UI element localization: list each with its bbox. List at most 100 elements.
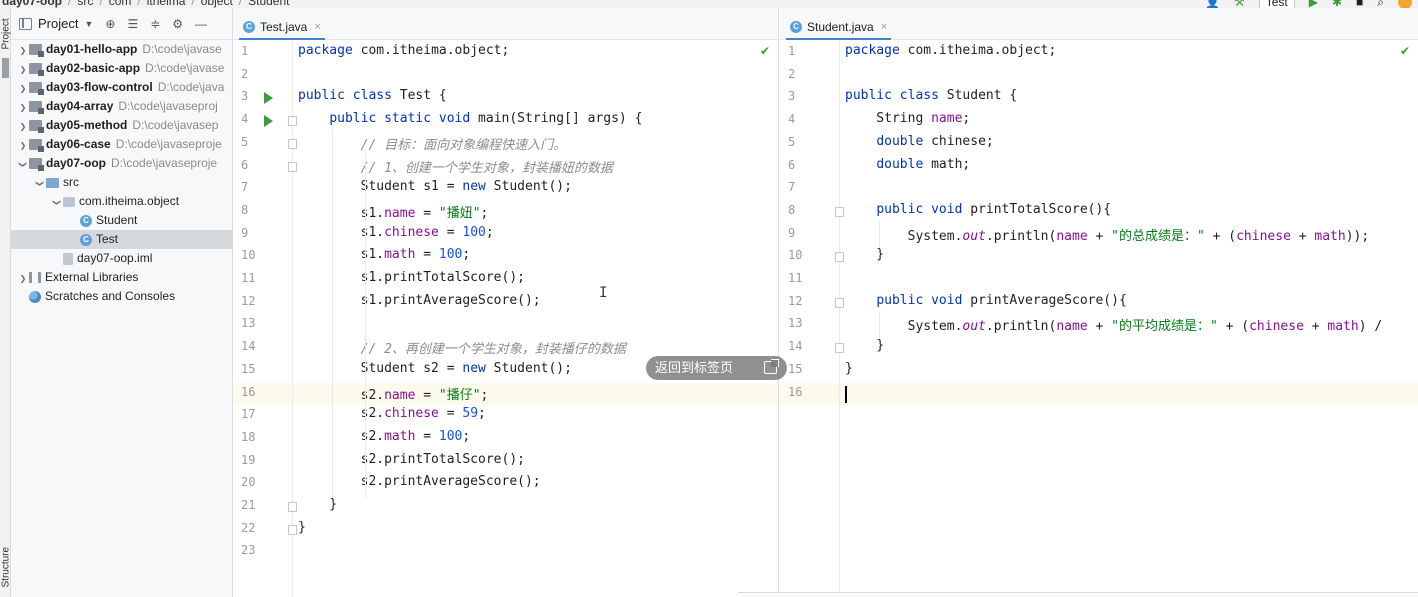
line-number[interactable]: 13 xyxy=(241,316,261,330)
line-number[interactable]: 15 xyxy=(241,362,261,376)
code-line[interactable]: double math; xyxy=(845,157,970,172)
breadcrumb-item[interactable]: src xyxy=(77,0,93,8)
line-number[interactable]: 9 xyxy=(788,226,808,240)
code-line[interactable]: System.out.println(name + "的平均成绩是：" + (c… xyxy=(845,315,1383,334)
tree-item[interactable]: ❯ day02-basic-app D:\code\javase xyxy=(11,59,233,78)
code-line[interactable]: s1.printAverageScore(); xyxy=(298,293,541,308)
line-number[interactable]: 19 xyxy=(241,453,261,467)
line-number[interactable]: 16 xyxy=(788,385,808,399)
code-line[interactable]: s1.name = "播妞"; xyxy=(298,202,489,221)
line-number[interactable]: 13 xyxy=(788,316,808,330)
chevron-right-icon[interactable]: ❯ xyxy=(17,98,29,116)
line-number[interactable]: 12 xyxy=(241,294,261,308)
line-number[interactable]: 21 xyxy=(241,498,261,512)
line-number[interactable]: 1 xyxy=(241,44,261,58)
tree-item[interactable]: ❯ day05-method D:\code\javasep xyxy=(11,116,233,135)
code-line[interactable]: } xyxy=(298,497,337,512)
back-to-tab-button[interactable]: 返回到标签页 xyxy=(646,356,787,380)
code-line[interactable]: s2.math = 100; xyxy=(298,429,471,444)
chevron-right-icon[interactable]: ❯ xyxy=(17,136,29,154)
tab-student-java[interactable]: C Student.java × xyxy=(786,16,892,40)
gear-icon[interactable]: ⚙ xyxy=(172,17,183,31)
breadcrumb-item[interactable]: Student xyxy=(248,0,289,8)
code-line[interactable]: s1.math = 100; xyxy=(298,247,471,262)
line-number[interactable]: 5 xyxy=(241,135,261,149)
code-line[interactable]: Student s1 = new Student(); xyxy=(298,179,572,194)
run-configuration-select[interactable]: Test xyxy=(1258,0,1295,8)
search-icon[interactable]: ⌕ xyxy=(1377,0,1384,8)
chevron-right-icon[interactable]: ❯ xyxy=(17,269,29,287)
code-line[interactable]: } xyxy=(845,361,853,376)
line-number[interactable]: 20 xyxy=(241,475,261,489)
code-line[interactable]: s2.name = "播仔"; xyxy=(298,384,489,403)
line-number[interactable]: 14 xyxy=(788,339,808,353)
debug-icon[interactable]: ✱ xyxy=(1332,0,1342,8)
project-tool-button[interactable]: Project xyxy=(1,18,12,49)
line-number[interactable]: 6 xyxy=(788,158,808,172)
line-number[interactable]: 16 xyxy=(241,385,261,399)
code-line[interactable]: public class Test { xyxy=(298,88,447,103)
line-number[interactable]: 11 xyxy=(241,271,261,285)
code-area[interactable]: package com.itheima.object; public class … xyxy=(293,40,778,597)
line-number[interactable]: 10 xyxy=(241,248,261,262)
tree-item[interactable]: day07-oop.iml xyxy=(11,249,233,268)
user-icon[interactable]: 👤 xyxy=(1205,0,1220,8)
tree-item[interactable]: ❯ src xyxy=(11,173,233,192)
locate-file-icon[interactable]: ⊕ xyxy=(105,17,115,31)
line-number[interactable]: 23 xyxy=(241,543,261,557)
chevron-right-icon[interactable]: ❯ xyxy=(17,60,29,78)
code-line[interactable]: public void printAverageScore(){ xyxy=(845,293,1126,308)
line-number[interactable]: 3 xyxy=(241,89,261,103)
code-line[interactable]: s1.chinese = 100; xyxy=(298,225,494,240)
chevron-right-icon[interactable]: ❯ xyxy=(17,79,29,97)
line-number-gutter[interactable]: 1 2 3 4 5 6 7 8 9 10 11 12 13 14 15 16 xyxy=(780,40,844,597)
hide-panel-icon[interactable]: — xyxy=(195,17,207,31)
code-line[interactable]: Student s2 = new Student(); xyxy=(298,361,572,376)
collapse-all-icon[interactable]: ≑ xyxy=(150,17,160,31)
chevron-down-icon[interactable]: ❯ xyxy=(48,197,67,209)
project-view-select[interactable]: Project xyxy=(38,16,78,31)
run-gutter-icon[interactable] xyxy=(264,115,273,128)
chevron-right-icon[interactable]: ❯ xyxy=(17,117,29,135)
stop-icon[interactable]: ■ xyxy=(1356,0,1363,8)
line-number[interactable]: 14 xyxy=(241,339,261,353)
code-line[interactable]: s2.printAverageScore(); xyxy=(298,474,541,489)
line-number[interactable]: 12 xyxy=(788,294,808,308)
line-number[interactable]: 8 xyxy=(241,203,261,217)
chevron-down-icon[interactable]: ❯ xyxy=(31,178,50,190)
code-line[interactable]: // 目标：面向对象编程快速入门。 xyxy=(298,134,566,153)
code-area[interactable]: package com.itheima.object; public class … xyxy=(840,40,1418,597)
code-line[interactable]: package com.itheima.object; xyxy=(845,43,1056,58)
chevron-right-icon[interactable]: ❯ xyxy=(17,41,29,59)
build-hammer-icon[interactable]: ⚒ xyxy=(1234,0,1245,8)
line-number-gutter[interactable]: 1 2 3 4 5 6 7 8 9 10 11 12 13 14 15 16 17 18 19 20 21 22 23 xyxy=(233,40,297,597)
line-number[interactable]: 7 xyxy=(241,180,261,194)
tree-item[interactable]: ❯ day07-oop D:\code\javaseproje xyxy=(11,154,233,173)
line-number[interactable]: 2 xyxy=(241,67,261,81)
code-line[interactable]: // 2、再创建一个学生对象，封装播仔的数据 xyxy=(298,338,626,357)
tree-item[interactable]: ❯ day01-hello-app D:\code\javase xyxy=(11,40,233,59)
line-number[interactable]: 18 xyxy=(241,430,261,444)
tree-item[interactable]: ❯ day03-flow-control D:\code\java xyxy=(11,78,233,97)
code-line[interactable]: double chinese; xyxy=(845,134,993,149)
line-number[interactable]: 4 xyxy=(241,112,261,126)
line-number[interactable]: 1 xyxy=(788,44,808,58)
line-number[interactable]: 22 xyxy=(241,521,261,535)
code-line[interactable]: s2.chinese = 59; xyxy=(298,406,486,421)
code-line[interactable]: package com.itheima.object; xyxy=(298,43,509,58)
run-gutter-icon[interactable] xyxy=(264,92,273,105)
line-number[interactable]: 9 xyxy=(241,226,261,240)
line-number[interactable]: 8 xyxy=(788,203,808,217)
code-line[interactable]: public class Student { xyxy=(845,88,1017,103)
tree-item[interactable]: C Test xyxy=(11,230,233,249)
code-line[interactable]: } xyxy=(845,247,884,262)
line-number[interactable]: 6 xyxy=(241,158,261,172)
line-number[interactable]: 3 xyxy=(788,89,808,103)
line-number[interactable]: 5 xyxy=(788,135,808,149)
run-icon[interactable]: ▶ xyxy=(1309,0,1318,8)
code-line[interactable]: public void printTotalScore(){ xyxy=(845,202,1111,217)
line-number[interactable]: 7 xyxy=(788,180,808,194)
structure-tool-button[interactable]: Structure xyxy=(1,547,12,588)
line-number[interactable]: 4 xyxy=(788,112,808,126)
chevron-down-icon[interactable]: ▼ xyxy=(84,19,93,29)
